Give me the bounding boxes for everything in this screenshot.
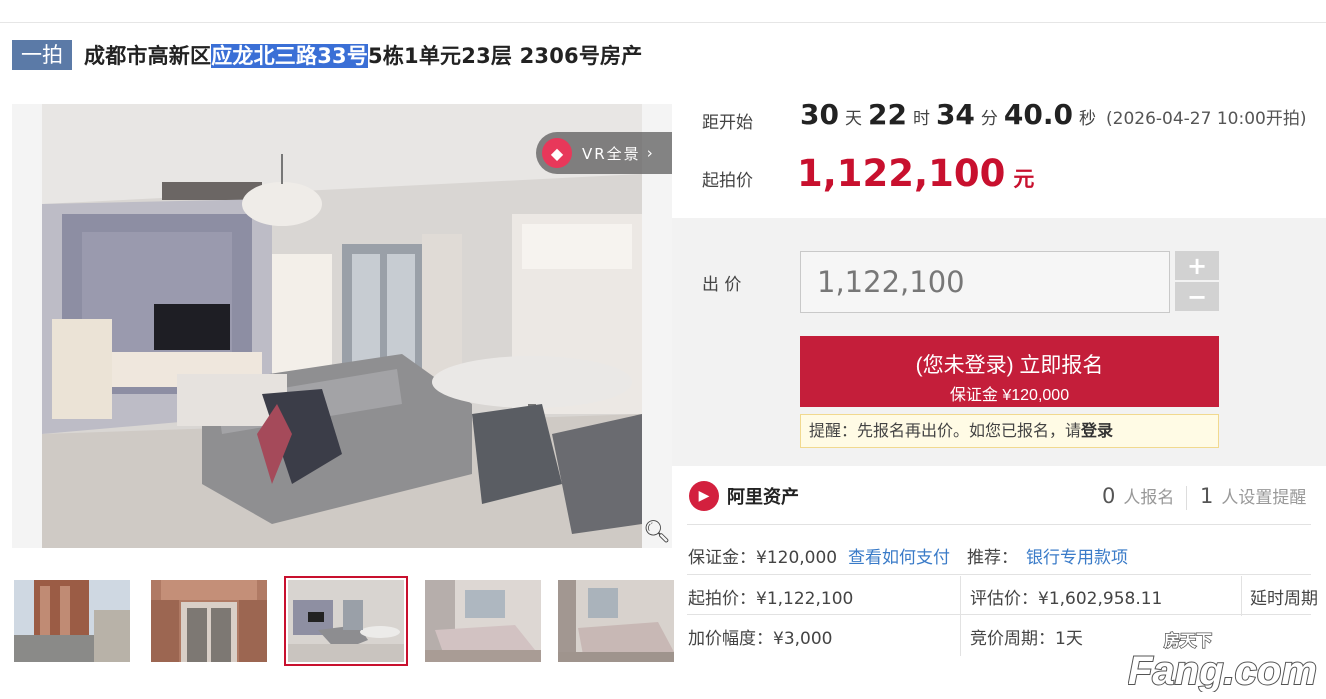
thumbnail-bedroom-2[interactable] <box>558 580 674 662</box>
thumbnail-exterior-tower[interactable] <box>14 580 130 662</box>
countdown-minutes-unit: 分 <box>980 109 998 129</box>
info-row-divider <box>687 614 1311 615</box>
countdown-hours-unit: 时 <box>912 109 930 129</box>
start-price: 1,122,100 元 <box>797 152 1034 195</box>
title-highlight: 应龙北三路33号 <box>211 44 369 68</box>
stats-divider <box>1186 486 1187 510</box>
start-price-value: 1,122,100 <box>797 152 1006 195</box>
thumbnail-strip <box>14 576 674 666</box>
reminder-text: 提醒：先报名再出价。如您已报名，请 <box>809 421 1082 440</box>
watermark-line2: Fang.com <box>1128 649 1317 692</box>
recommend-label: 推荐： <box>967 548 1018 568</box>
register-deposit-label: 保证金 ¥120,000 <box>949 386 1070 404</box>
countdown-days-unit: 天 <box>844 109 862 129</box>
ali-assets-icon: ▶ <box>689 481 719 511</box>
reminder-count-label: 人设置提醒 <box>1221 488 1307 508</box>
vr-icon: ◆ <box>542 138 572 168</box>
fang-watermark-logo: 房天下 Fang.com <box>1128 630 1318 692</box>
countdown-timer: 30 天 22 时 34 分 40.0 秒 (2026-04-27 10:00开… <box>800 98 1306 131</box>
signup-count: 0 人报名 <box>1102 483 1174 508</box>
bid-increase-button[interactable]: + <box>1175 251 1219 280</box>
platform-logo: ▶ 阿里资产 <box>689 481 799 511</box>
bid-decrease-button[interactable]: − <box>1175 282 1219 311</box>
login-reminder: 提醒：先报名再出价。如您已报名，请登录 <box>800 414 1219 448</box>
bid-amount-input[interactable]: 1,122,100 <box>800 251 1170 313</box>
countdown-minutes: 34 <box>935 98 975 131</box>
register-now-button[interactable]: (您未登录) 立即报名 保证金 ¥120,000 <box>800 336 1219 407</box>
increment-info: 加价幅度：¥3,000 <box>688 629 833 649</box>
title-suffix: 5栋1单元23层 2306号房产 <box>368 44 643 68</box>
deposit-info: 保证金：¥120,000 <box>688 548 838 568</box>
title-prefix: 成都市高新区 <box>84 44 212 68</box>
thumbnail-bedroom-1[interactable] <box>425 580 541 662</box>
bank-payment-link[interactable]: 银行专用款项 <box>1026 543 1128 568</box>
extension-period-info: 延时周期 <box>1250 589 1318 609</box>
reminder-count: 1 人设置提醒 <box>1200 483 1306 508</box>
start-price-label: 起拍价 <box>702 171 753 191</box>
reminder-count-value: 1 <box>1200 484 1214 508</box>
thumbnail-living-room[interactable] <box>284 576 408 666</box>
auction-round-badge: 一拍 <box>12 40 72 70</box>
top-divider <box>0 22 1326 23</box>
bid-period-info: 竞价周期：1天 <box>970 629 1083 649</box>
magnifier-icon[interactable]: 🔍︎ <box>642 517 672 547</box>
listing-title: 成都市高新区应龙北三路33号5栋1单元23层 2306号房产 <box>84 40 642 70</box>
info-col-divider <box>1241 576 1242 616</box>
signup-count-label: 人报名 <box>1123 488 1175 508</box>
countdown-seconds-unit: 秒 <box>1079 109 1096 129</box>
start-price-info: 起拍价：¥1,122,100 <box>688 589 854 609</box>
chevron-right-icon: › <box>646 144 653 162</box>
info-col-divider <box>960 576 961 656</box>
countdown-days: 30 <box>800 98 839 131</box>
auction-start-time: (2026-04-27 10:00开拍) <box>1106 109 1307 129</box>
countdown-hours: 22 <box>867 98 907 131</box>
thumbnail-building-entrance[interactable] <box>151 580 267 662</box>
signup-count-value: 0 <box>1102 484 1116 508</box>
platform-name: 阿里资产 <box>727 487 799 508</box>
login-link[interactable]: 登录 <box>1081 421 1113 440</box>
countdown-label: 距开始 <box>702 113 753 133</box>
vr-tour-button[interactable]: ◆ VR全景 › <box>536 132 672 174</box>
start-price-unit: 元 <box>1013 167 1035 191</box>
how-to-pay-link[interactable]: 查看如何支付 <box>848 543 950 568</box>
bid-label: 出 价 <box>702 275 742 295</box>
vr-tour-label: VR全景 <box>582 144 641 163</box>
register-button-label: (您未登录) 立即报名 <box>915 353 1104 377</box>
info-row-divider <box>687 574 1311 575</box>
countdown-seconds: 40.0 <box>1003 98 1073 131</box>
watermark-line1: 房天下 <box>1164 631 1212 650</box>
listing-title-row: 一拍 成都市高新区应龙北三路33号5栋1单元23层 2306号房产 <box>12 38 642 72</box>
info-divider <box>687 524 1311 525</box>
appraisal-info: 评估价：¥1,602,958.11 <box>970 589 1163 609</box>
